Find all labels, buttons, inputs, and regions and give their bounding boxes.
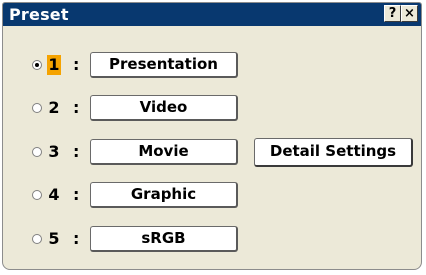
preset-radio-4[interactable] (32, 190, 42, 200)
preset-button-srgb[interactable]: sRGB (90, 226, 238, 252)
detail-settings-button[interactable]: Detail Settings (254, 138, 413, 167)
help-icon: ? (388, 6, 397, 21)
close-icon: × (404, 6, 415, 21)
preset-colon-4: : (73, 185, 80, 204)
preset-colon-2: : (73, 98, 80, 117)
preset-button-presentation[interactable]: Presentation (90, 52, 238, 78)
help-button[interactable]: ? (384, 5, 401, 22)
preset-number-2: 2 (48, 98, 60, 117)
close-button[interactable]: × (401, 5, 418, 22)
preset-radio-1[interactable] (32, 60, 42, 70)
title-bar: Preset ? × (3, 3, 421, 26)
preset-button-movie[interactable]: Movie (90, 139, 238, 165)
preset-radio-5[interactable] (32, 234, 42, 244)
preset-number-3: 3 (48, 142, 60, 161)
preset-radio-3[interactable] (32, 147, 42, 157)
preset-number-1: 1 (47, 55, 61, 75)
preset-button-graphic[interactable]: Graphic (90, 182, 238, 208)
preset-colon-1: : (73, 55, 80, 74)
preset-colon-3: : (73, 142, 80, 161)
preset-radio-2[interactable] (32, 103, 42, 113)
dialog-title: Preset (9, 5, 69, 24)
preset-number-4: 4 (48, 185, 60, 204)
preset-number-5: 5 (48, 229, 60, 248)
preset-colon-5: : (73, 229, 80, 248)
preset-dialog: Preset ? × 1 : Presentation 2 : Video 3 … (2, 2, 422, 270)
preset-button-video[interactable]: Video (90, 95, 238, 121)
